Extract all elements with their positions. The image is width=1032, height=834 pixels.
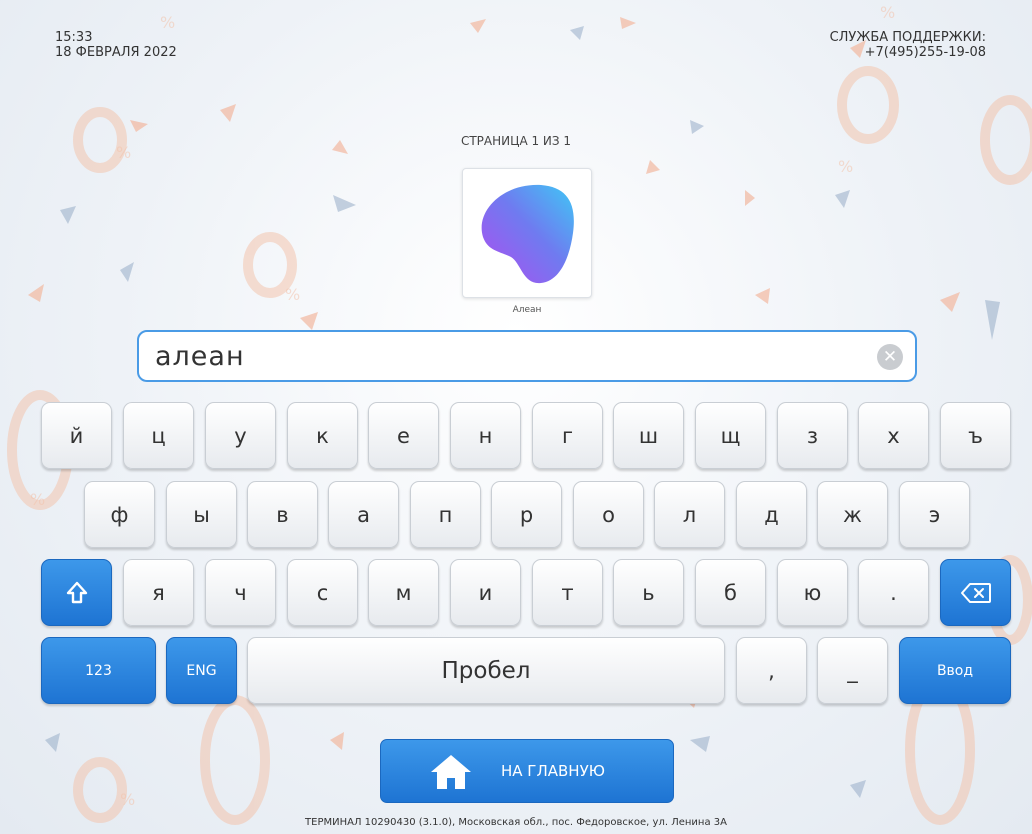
key-letter[interactable]: я bbox=[123, 559, 194, 626]
svg-text:%: % bbox=[880, 3, 895, 22]
key-letter[interactable]: б bbox=[695, 559, 766, 626]
key-letter[interactable]: ы bbox=[166, 481, 237, 548]
key-period[interactable]: . bbox=[858, 559, 929, 626]
clock-time: 15:33 bbox=[55, 30, 93, 45]
key-letter[interactable]: ь bbox=[613, 559, 684, 626]
shift-button[interactable] bbox=[41, 559, 112, 626]
close-icon[interactable]: ✕ bbox=[877, 344, 903, 370]
svg-text:%: % bbox=[285, 285, 300, 304]
key-letter[interactable]: ч bbox=[205, 559, 276, 626]
backspace-icon bbox=[960, 582, 991, 603]
result-label: Алеан bbox=[512, 305, 542, 315]
key-letter[interactable]: о bbox=[573, 481, 644, 548]
search-value: алеан bbox=[155, 341, 245, 372]
key-letter[interactable]: й bbox=[41, 402, 112, 469]
home-button-label: НА ГЛАВНУЮ bbox=[501, 762, 605, 780]
alean-logo-icon bbox=[481, 184, 574, 284]
key-letter[interactable]: з bbox=[777, 402, 848, 469]
support-title: СЛУЖБА ПОДДЕРЖКИ: bbox=[829, 30, 986, 45]
key-letter[interactable]: х bbox=[858, 402, 929, 469]
backspace-button[interactable] bbox=[940, 559, 1011, 626]
current-date: 18 ФЕВРАЛЯ 2022 bbox=[55, 45, 177, 60]
key-letter[interactable]: р bbox=[491, 481, 562, 548]
search-input[interactable]: алеан ✕ bbox=[137, 330, 917, 382]
key-letter[interactable]: к bbox=[287, 402, 358, 469]
page-indicator: СТРАНИЦА 1 ИЗ 1 bbox=[460, 134, 572, 148]
key-letter[interactable]: щ bbox=[695, 402, 766, 469]
key-letter[interactable]: г bbox=[532, 402, 603, 469]
result-tile-alean[interactable]: Алеан bbox=[462, 168, 592, 315]
key-letter[interactable]: н bbox=[450, 402, 521, 469]
key-letter[interactable]: ц bbox=[123, 402, 194, 469]
svg-text:%: % bbox=[838, 157, 853, 176]
key-letter[interactable]: п bbox=[410, 481, 481, 548]
key-letter[interactable]: э bbox=[899, 481, 970, 548]
key-letter[interactable]: а bbox=[328, 481, 399, 548]
svg-text:%: % bbox=[120, 790, 135, 809]
key-letter[interactable]: л bbox=[654, 481, 725, 548]
key-letter[interactable]: ф bbox=[84, 481, 155, 548]
datetime: 15:33 18 ФЕВРАЛЯ 2022 bbox=[55, 30, 177, 60]
key-letter[interactable]: ю bbox=[777, 559, 848, 626]
key-letter[interactable]: в bbox=[247, 481, 318, 548]
key-letter[interactable]: ш bbox=[613, 402, 684, 469]
key-underscore[interactable]: _ bbox=[817, 637, 888, 704]
home-icon bbox=[431, 755, 471, 789]
key-comma[interactable]: , bbox=[736, 637, 807, 704]
home-button[interactable]: НА ГЛАВНУЮ bbox=[380, 739, 674, 803]
enter-button[interactable]: Ввод bbox=[899, 637, 1011, 704]
key-letter[interactable]: и bbox=[450, 559, 521, 626]
key-letter[interactable]: ъ bbox=[940, 402, 1011, 469]
support-info: СЛУЖБА ПОДДЕРЖКИ: +7(495)255-19-08 bbox=[830, 30, 986, 60]
space-button[interactable]: Пробел bbox=[247, 637, 725, 704]
terminal-info: ТЕРМИНАЛ 10290430 (3.1.0), Московская об… bbox=[305, 817, 727, 828]
svg-text:%: % bbox=[30, 490, 45, 509]
key-letter[interactable]: е bbox=[368, 402, 439, 469]
numbers-button[interactable]: 123 bbox=[41, 637, 156, 704]
key-letter[interactable]: м bbox=[368, 559, 439, 626]
key-letter[interactable]: у bbox=[205, 402, 276, 469]
language-button[interactable]: ENG bbox=[166, 637, 237, 704]
shift-arrow-icon bbox=[66, 581, 87, 603]
support-phone: +7(495)255-19-08 bbox=[864, 45, 986, 60]
key-letter[interactable]: с bbox=[287, 559, 358, 626]
key-letter[interactable]: ж bbox=[817, 481, 888, 548]
key-letter[interactable]: т bbox=[532, 559, 603, 626]
key-letter[interactable]: д bbox=[736, 481, 807, 548]
